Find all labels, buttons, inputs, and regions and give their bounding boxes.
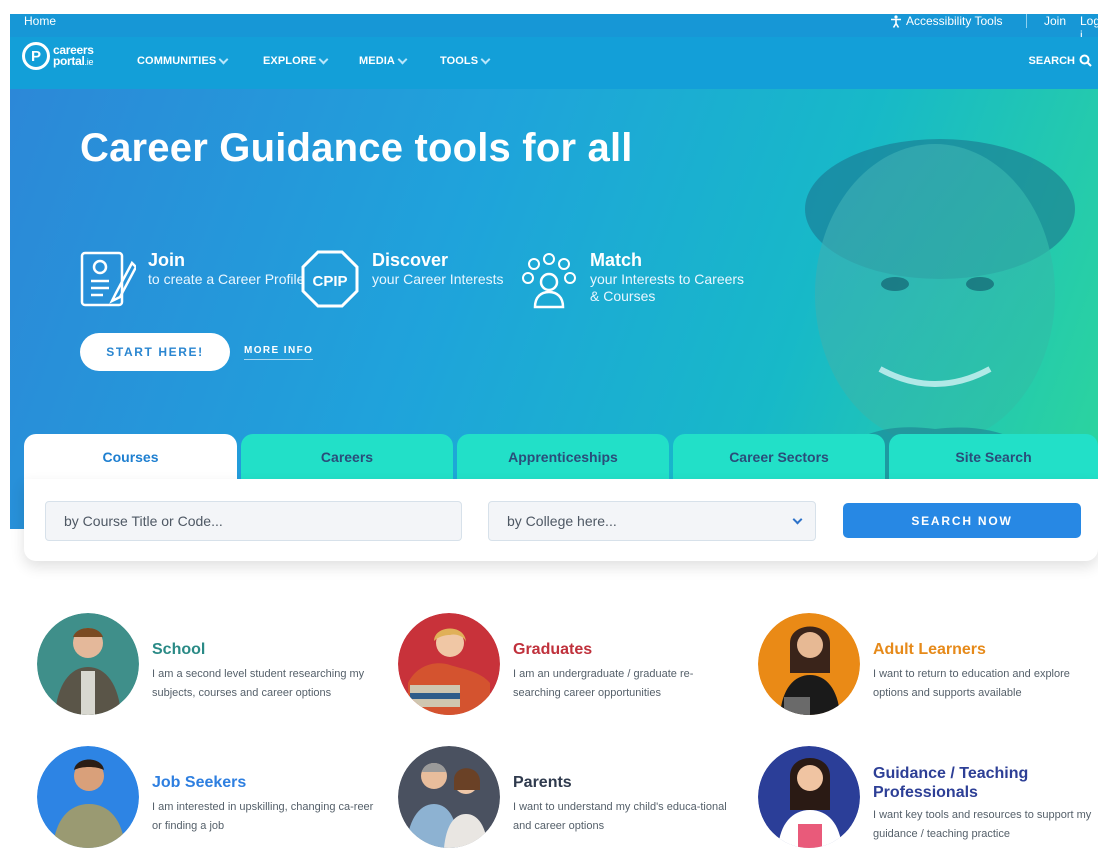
- audience-guidance-professionals-title: Guidance / Teaching Professionals: [873, 765, 1029, 801]
- audience-school[interactable]: School I am a second level student resea…: [37, 613, 387, 723]
- course-search-placeholder: by Course Title or Code...: [64, 513, 223, 529]
- feature-match-desc: your Interests to Careers & Courses: [590, 271, 745, 304]
- audience-graduates-desc: I am an undergraduate / graduate re-sear…: [513, 668, 694, 699]
- logo-portal: portal: [53, 53, 85, 68]
- tab-apprenticeships[interactable]: Apprenticeships: [457, 434, 669, 480]
- page: Home Accessibility Tools Join Log i P ca…: [0, 0, 1098, 854]
- college-select[interactable]: by College here...: [488, 501, 816, 541]
- logo-suffix: .ie: [84, 56, 94, 67]
- search-icon: [1079, 54, 1092, 67]
- tab-career-sectors[interactable]: Career Sectors: [673, 434, 885, 480]
- guidance-teacher-photo: [758, 746, 860, 848]
- feature-join-title: Join: [148, 250, 186, 270]
- college-select-placeholder: by College here...: [507, 513, 617, 529]
- feature-discover: CPIP Discover your Career Interests: [300, 249, 532, 309]
- nav-media[interactable]: MEDIA: [359, 54, 408, 67]
- feature-match-text: Match your Interests to Careers & Course…: [590, 249, 750, 309]
- audience-job-seekers-title: Job Seekers: [152, 774, 247, 791]
- join-link[interactable]: Join: [1044, 14, 1066, 28]
- audience-job-seekers[interactable]: Job Seekers I am interested in upskillin…: [37, 746, 387, 854]
- nav-communities[interactable]: COMMUNITIES: [137, 54, 229, 67]
- audience-guidance-professionals[interactable]: Guidance / Teaching Professionals I want…: [758, 746, 1098, 854]
- audience-parents[interactable]: Parents I want to understand my child's …: [398, 746, 748, 854]
- audience-guidance-professionals-desc: I want key tools and resources to suppor…: [873, 809, 1092, 840]
- accessibility-tools-link[interactable]: Accessibility Tools: [890, 14, 1002, 28]
- accessibility-label: Accessibility Tools: [906, 14, 1003, 28]
- student-photo: [37, 613, 139, 715]
- graduate-photo: [398, 613, 500, 715]
- hero-title: Career Guidance tools for all: [80, 126, 633, 170]
- chevron-down-icon: [792, 514, 803, 525]
- left-margin: [0, 0, 10, 854]
- audience-adult-learners[interactable]: Adult Learners I want to return to educa…: [758, 613, 1098, 723]
- job-seeker-photo: [37, 746, 139, 848]
- adult-learner-photo: [758, 613, 860, 715]
- audience-job-seekers-desc: I am interested in upskilling, changing …: [152, 801, 374, 832]
- chevron-down-icon: [480, 54, 491, 64]
- search-now-button[interactable]: SEARCH NOW: [843, 503, 1081, 538]
- main-nav: P careers portal.ie COMMUNITIES EXPLORE …: [10, 37, 1098, 89]
- audience-adult-learners-title: Adult Learners: [873, 641, 986, 658]
- feature-join: Join to create a Career Profile: [80, 249, 308, 309]
- feature-join-text: Join to create a Career Profile: [148, 249, 308, 309]
- audience-graduates-title: Graduates: [513, 641, 593, 658]
- feature-match: Match your Interests to Careers & Course…: [520, 249, 750, 309]
- profile-document-icon: [80, 251, 136, 307]
- feature-match-title: Match: [590, 250, 643, 270]
- parents-photo: [398, 746, 500, 848]
- chevron-down-icon: [218, 54, 229, 64]
- cpip-badge-icon: CPIP: [301, 250, 359, 308]
- feature-discover-text: Discover your Career Interests: [372, 249, 532, 309]
- home-link[interactable]: Home: [24, 14, 56, 28]
- tab-courses[interactable]: Courses: [24, 434, 237, 480]
- nav-explore[interactable]: EXPLORE: [263, 54, 329, 67]
- nav-tools-label: TOOLS: [440, 55, 479, 67]
- audience-school-title: School: [152, 641, 206, 658]
- nav-search-label: SEARCH: [1028, 54, 1075, 67]
- cpip-badge-text: CPIP: [312, 273, 347, 290]
- chevron-down-icon: [397, 54, 408, 64]
- careersportal-logo[interactable]: P careers portal.ie: [22, 42, 94, 70]
- feature-discover-desc: your Career Interests: [372, 271, 504, 287]
- utility-bar: Home Accessibility Tools Join Log i: [10, 14, 1098, 42]
- logo-text: careers portal.ie: [53, 44, 94, 68]
- logo-line2: portal.ie: [53, 53, 94, 68]
- more-info-link[interactable]: MORE INFO: [244, 345, 314, 360]
- search-card: Courses Careers Apprenticeships Career S…: [24, 434, 1098, 561]
- feature-join-desc: to create a Career Profile: [148, 271, 305, 287]
- feature-discover-title: Discover: [372, 250, 449, 270]
- audience-adult-learners-desc: I want to return to education and explor…: [873, 668, 1070, 699]
- logo-mark-icon: P: [22, 42, 50, 70]
- nav-media-label: MEDIA: [359, 55, 395, 67]
- nav-tools[interactable]: TOOLS: [440, 54, 491, 67]
- course-search-input[interactable]: by Course Title or Code...: [45, 501, 462, 541]
- tab-careers[interactable]: Careers: [241, 434, 453, 480]
- chevron-down-icon: [318, 54, 329, 64]
- matching-people-icon: [522, 253, 576, 309]
- audience-parents-desc: I want to understand my child's educa-ti…: [513, 801, 727, 832]
- accessibility-icon: [891, 14, 901, 28]
- divider: [1026, 14, 1027, 28]
- nav-communities-label: COMMUNITIES: [137, 55, 217, 67]
- audience-school-desc: I am a second level student researching …: [152, 668, 365, 699]
- audience-parents-title: Parents: [513, 774, 572, 791]
- nav-search[interactable]: SEARCH: [1029, 54, 1092, 67]
- audience-graduates[interactable]: Graduates I am an undergraduate / gradua…: [398, 613, 748, 723]
- tab-site-search[interactable]: Site Search: [889, 434, 1098, 480]
- nav-explore-label: EXPLORE: [263, 55, 317, 67]
- start-here-button[interactable]: START HERE!: [80, 333, 230, 371]
